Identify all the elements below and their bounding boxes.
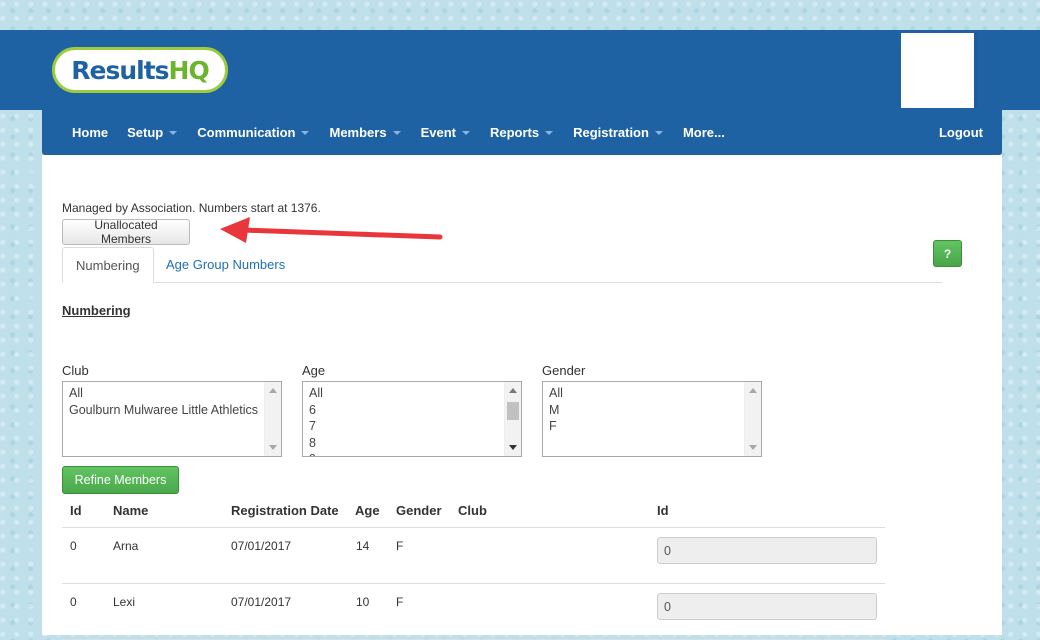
nav-setup[interactable]: Setup	[127, 110, 178, 155]
listbox-scrollbar[interactable]	[264, 382, 281, 456]
gender-filter-label: Gender	[542, 363, 586, 378]
results-hq-logo[interactable]: ResultsHQ	[52, 47, 228, 93]
list-option[interactable]: All	[63, 385, 281, 402]
tab-bar: Numbering Age Group Numbers	[62, 247, 942, 283]
list-option[interactable]: 6	[303, 402, 521, 419]
club-filter-label: Club	[62, 363, 89, 378]
listbox-scrollbar[interactable]	[744, 382, 761, 456]
caret-down-icon	[461, 130, 470, 135]
tab-numbering[interactable]: Numbering	[62, 247, 154, 283]
list-option[interactable]: Goulburn Mulwaree Little Athletics	[63, 402, 281, 419]
scroll-up-icon[interactable]	[749, 388, 757, 393]
tab-age-group-numbers[interactable]: Age Group Numbers	[153, 247, 298, 283]
caret-down-icon	[392, 130, 401, 135]
refine-members-button[interactable]: Refine Members	[62, 466, 179, 494]
list-option[interactable]: 8	[303, 435, 521, 452]
nav-event[interactable]: Event	[421, 110, 470, 155]
managed-info-text: Managed by Association. Numbers start at…	[62, 201, 321, 215]
nav-home[interactable]: Home	[72, 110, 108, 155]
caret-down-icon	[169, 130, 178, 135]
nav-members[interactable]: Members	[329, 110, 401, 155]
age-filter-label: Age	[302, 363, 326, 378]
cell-gender: F	[396, 595, 404, 609]
annotation-arrow-icon	[220, 217, 443, 243]
cell-name: Lexi	[113, 595, 136, 609]
site-header: ResultsHQ	[0, 30, 1040, 110]
nav-communication[interactable]: Communication	[197, 110, 310, 155]
content-panel: Managed by Association. Numbers start at…	[42, 155, 1002, 640]
list-option[interactable]: F	[543, 418, 761, 435]
column-header: Registration Date	[231, 503, 339, 518]
table-row: 0 Lexi 07/01/2017 10 F	[62, 584, 885, 640]
scroll-down-icon[interactable]	[269, 445, 277, 450]
header-image-placeholder	[901, 33, 978, 108]
column-header: Club	[458, 503, 487, 518]
list-option[interactable]: 7	[303, 418, 521, 435]
cell-id: 0	[70, 595, 77, 609]
scroll-up-icon[interactable]	[509, 388, 517, 393]
list-option[interactable]: M	[543, 402, 761, 419]
column-header: Age	[355, 503, 380, 518]
gender-listbox[interactable]: All M F	[542, 381, 762, 457]
section-title: Numbering	[62, 303, 131, 318]
caret-down-icon	[301, 130, 310, 135]
club-listbox[interactable]: All Goulburn Mulwaree Little Athletics	[62, 381, 282, 457]
list-option[interactable]: All	[303, 385, 521, 402]
table-row: 0 Arna 07/01/2017 14 F	[62, 528, 885, 584]
caret-down-icon	[545, 130, 554, 135]
scroll-down-icon[interactable]	[749, 445, 757, 450]
unallocated-members-button[interactable]: Unallocated Members	[62, 218, 190, 246]
id-input[interactable]	[657, 537, 877, 564]
list-option[interactable]: All	[543, 385, 761, 402]
cell-gender: F	[396, 539, 404, 553]
logo-text: ResultsHQ	[71, 55, 209, 85]
cell-name: Arna	[113, 539, 139, 553]
cell-age: 14	[356, 539, 370, 553]
cell-age: 10	[356, 595, 370, 609]
main-navbar: Home Setup Communication Members Event R…	[42, 110, 1002, 155]
listbox-scrollbar[interactable]	[504, 382, 521, 456]
column-header: Id	[657, 503, 669, 518]
scrollbar-thumb[interactable]	[507, 402, 519, 420]
column-header: Name	[113, 503, 149, 518]
nav-registration[interactable]: Registration	[573, 110, 663, 155]
cell-id: 0	[70, 539, 77, 553]
list-option[interactable]: 9	[303, 451, 521, 456]
nav-more[interactable]: More...	[683, 110, 725, 155]
column-header: Gender	[396, 503, 442, 518]
caret-down-icon	[654, 130, 663, 135]
cell-registration-date: 07/01/2017	[231, 595, 292, 609]
logout-link[interactable]: Logout	[939, 110, 983, 155]
column-header: Id	[70, 503, 82, 518]
scroll-up-icon[interactable]	[269, 388, 277, 393]
cell-registration-date: 07/01/2017	[231, 539, 292, 553]
scroll-down-icon[interactable]	[509, 445, 517, 450]
id-input[interactable]	[657, 593, 877, 620]
nav-reports[interactable]: Reports	[490, 110, 554, 155]
age-listbox[interactable]: All 6 7 8 9	[302, 381, 522, 457]
